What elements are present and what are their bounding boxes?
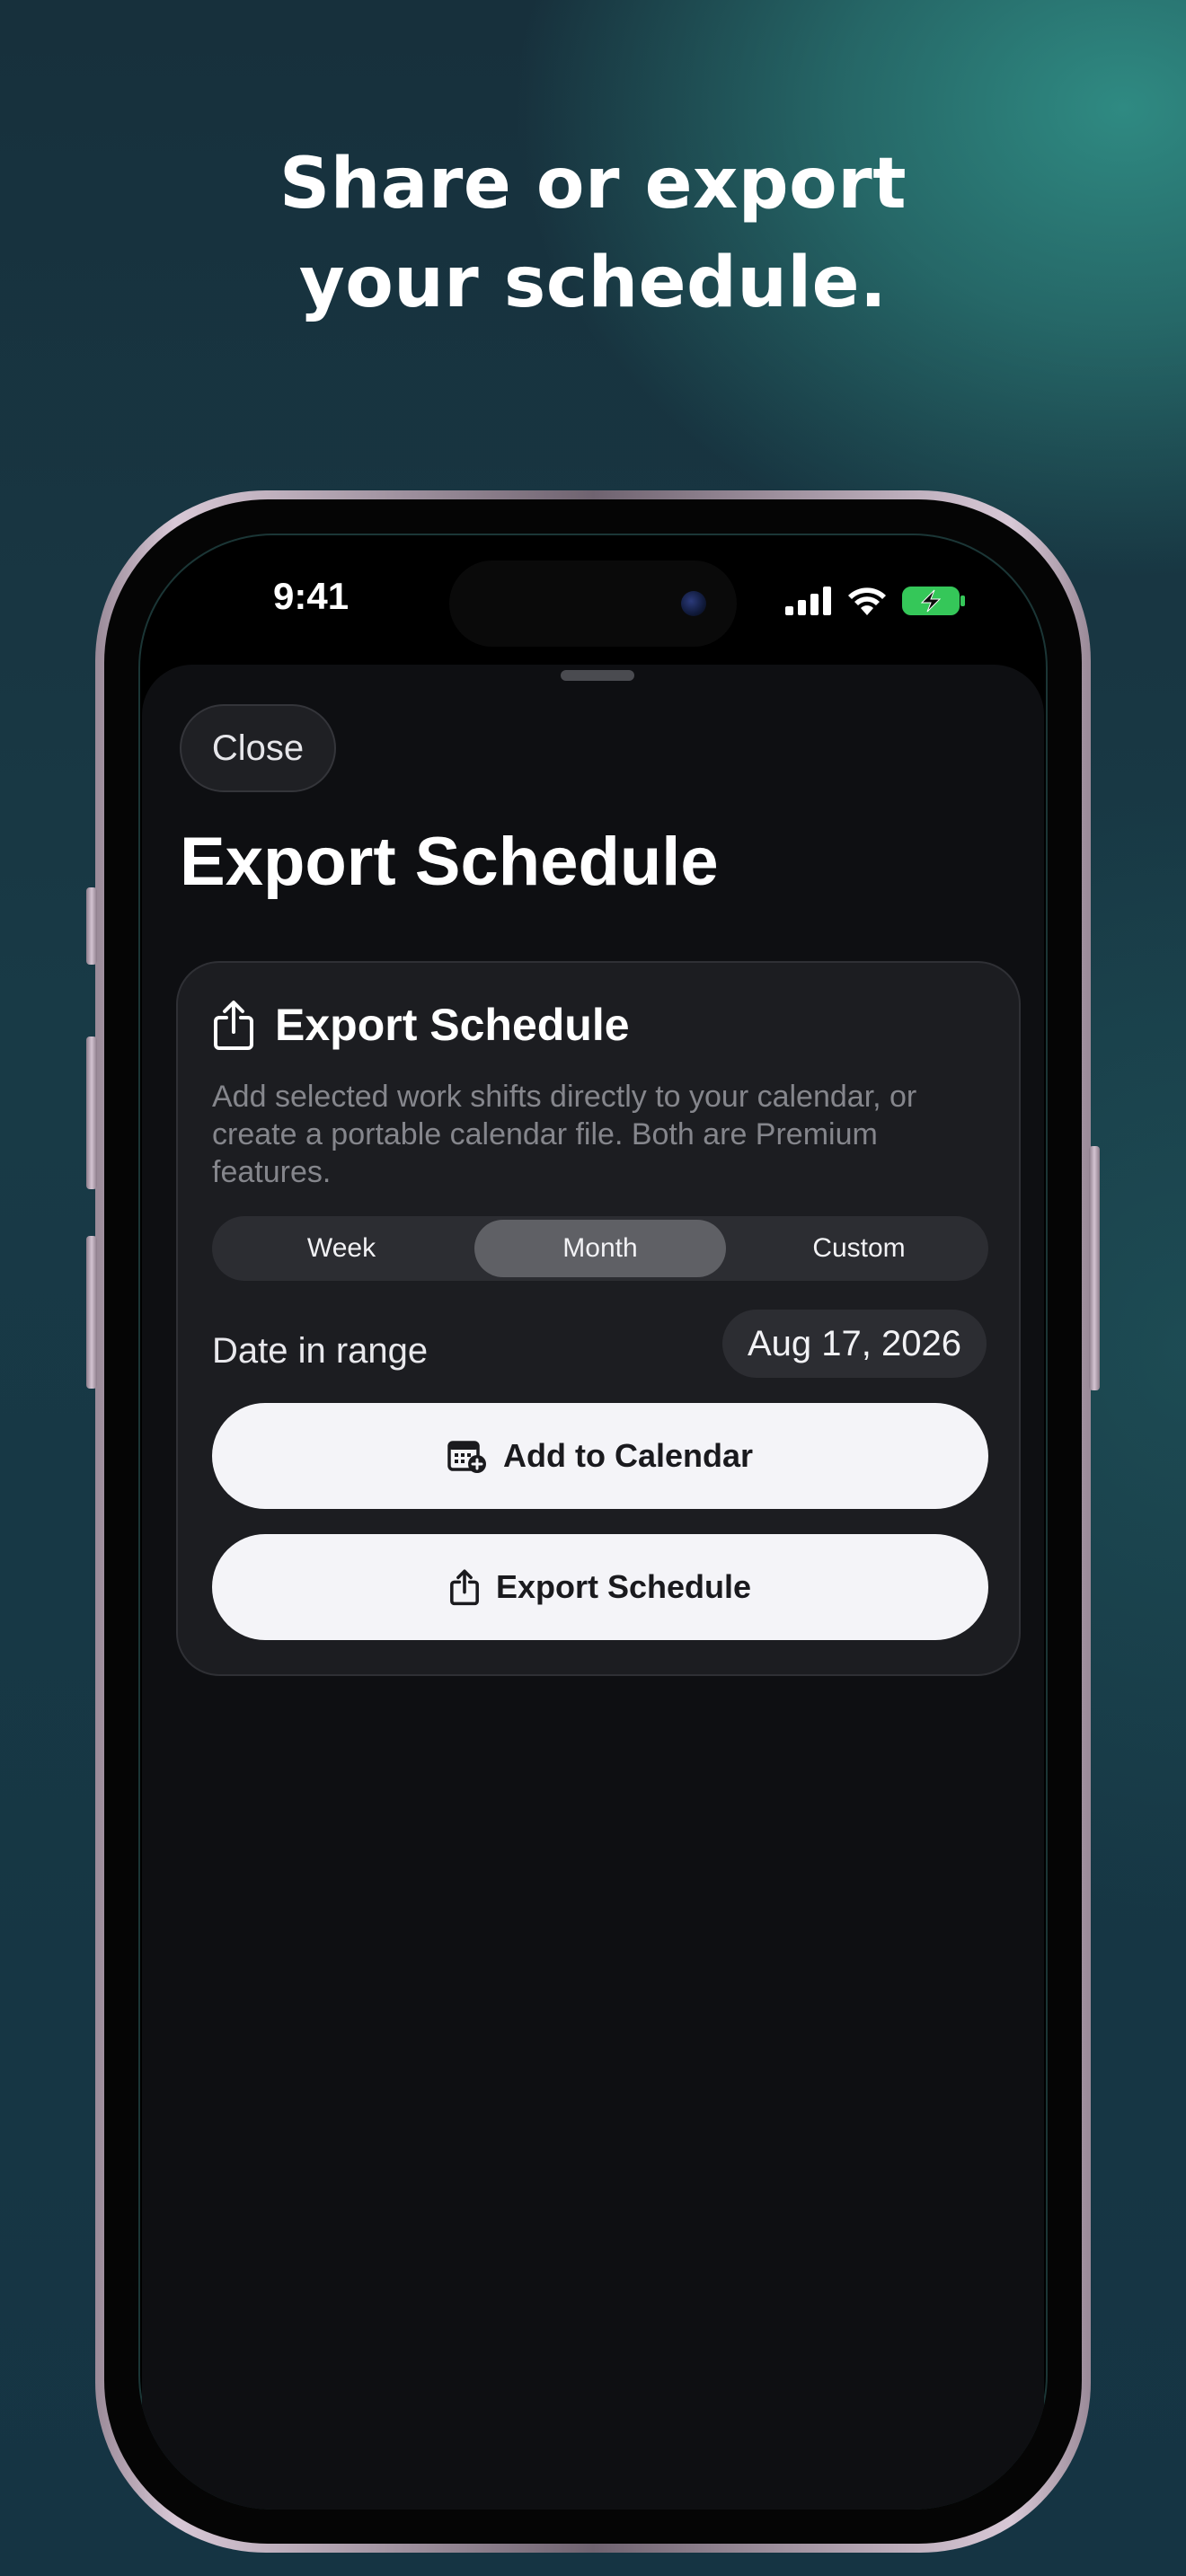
export-schedule-label: Export Schedule: [495, 1568, 752, 1605]
date-range-label: Date in range: [212, 1331, 429, 1371]
export-card: Export Schedule Add selected work shifts…: [176, 961, 1021, 1676]
range-segmented-control: Week Month Custom: [212, 1216, 988, 1281]
segment-custom[interactable]: Custom: [733, 1220, 985, 1277]
phone-screen: 9:41 Close Export Schedule Export Schedu…: [138, 534, 1048, 2510]
add-to-calendar-button[interactable]: Add to Calendar: [212, 1403, 988, 1509]
promo-headline-line-1: Share or export: [279, 144, 907, 225]
share-icon: [450, 1569, 479, 1606]
card-description: Add selected work shifts directly to you…: [212, 1080, 917, 1189]
page-title: Export Schedule: [180, 824, 719, 900]
status-time: 9:41: [273, 575, 350, 617]
action-button: [86, 887, 97, 965]
export-schedule-button[interactable]: Export Schedule: [212, 1534, 988, 1640]
segment-month[interactable]: Month: [474, 1220, 726, 1277]
sheet-grabber[interactable]: [561, 670, 634, 681]
card-header: Export Schedule: [212, 999, 630, 1051]
status-icons: [785, 586, 967, 616]
power-button: [1089, 1146, 1100, 1390]
promo-headline: Share or export your schedule.: [0, 135, 1186, 332]
front-camera: [681, 591, 706, 616]
battery-charging-icon: [902, 587, 965, 615]
share-icon: [214, 1001, 253, 1050]
wifi-icon: [848, 587, 886, 615]
close-button[interactable]: Close: [180, 704, 336, 792]
export-sheet: Close Export Schedule Export Schedule Ad…: [142, 665, 1044, 2510]
date-picker-button[interactable]: Aug 17, 2026: [722, 1310, 987, 1378]
card-title: Export Schedule: [275, 1000, 630, 1050]
signal-icon: [785, 587, 831, 615]
calendar-add-icon: [447, 1441, 486, 1473]
volume-down-button: [86, 1236, 97, 1389]
add-to-calendar-label: Add to Calendar: [502, 1437, 753, 1474]
segment-week[interactable]: Week: [216, 1220, 467, 1277]
volume-up-button: [86, 1037, 97, 1189]
promo-headline-line-2: your schedule.: [298, 243, 888, 323]
